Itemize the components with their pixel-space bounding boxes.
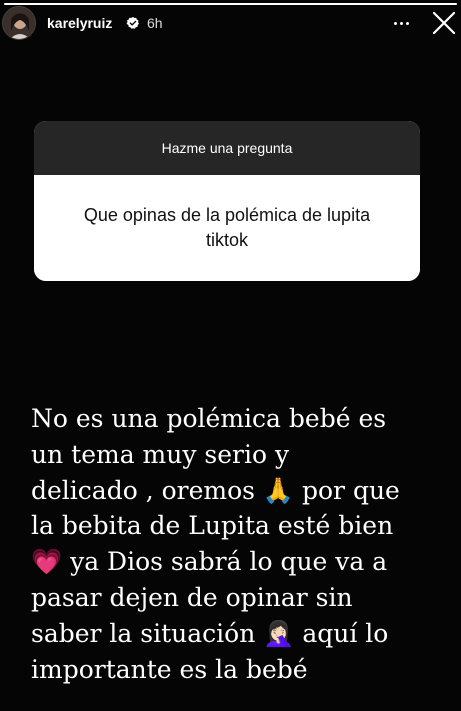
close-icon[interactable] <box>430 9 458 37</box>
question-text: Que opinas de la polémica de lupita tikt… <box>34 175 420 281</box>
story-viewer[interactable]: karelyruiz 6h Hazme una pregunta Que opi… <box>0 0 461 711</box>
question-sticker[interactable]: Hazme una pregunta Que opinas de la polé… <box>34 121 420 281</box>
username[interactable]: karelyruiz <box>47 15 112 31</box>
story-progress-bar <box>4 3 457 5</box>
avatar[interactable] <box>2 6 36 40</box>
story-header: karelyruiz 6h <box>0 6 461 42</box>
answer-text: No es una polémica bebé es un tema muy s… <box>31 404 400 684</box>
more-horizontal-icon <box>393 21 397 25</box>
story-progress-fill <box>4 3 457 5</box>
story-timestamp: 6h <box>147 15 163 31</box>
verified-badge-icon <box>126 16 140 29</box>
question-prompt: Hazme una pregunta <box>34 121 420 175</box>
avatar-photo-icon <box>3 7 35 39</box>
more-options-button[interactable] <box>386 10 416 36</box>
